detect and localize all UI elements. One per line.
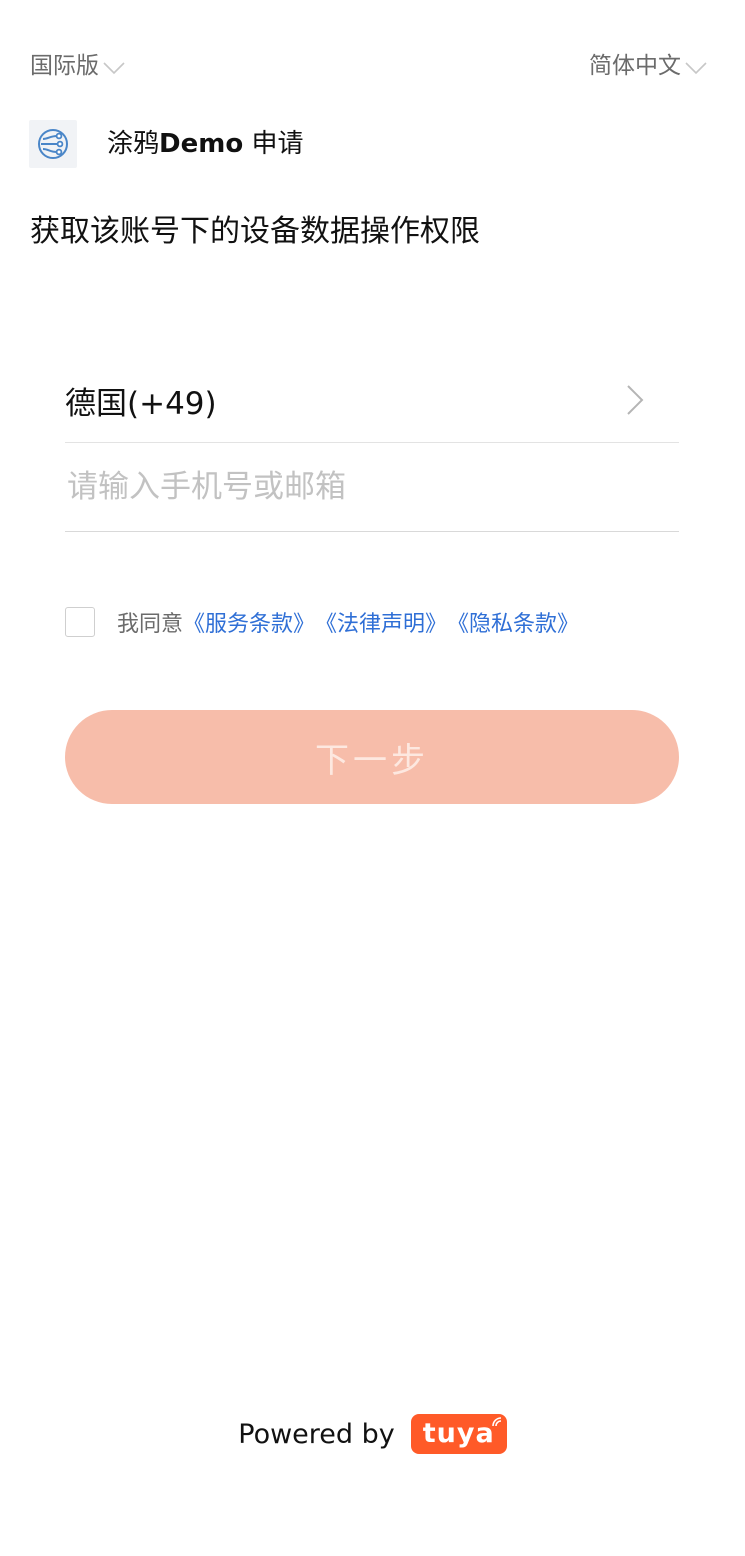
terms-link[interactable]: 《服务条款》 (183, 606, 315, 638)
country-code: 德国(+49) (65, 385, 217, 422)
footer: Powered by tuya (0, 1414, 745, 1454)
region-selector[interactable]: 国际版 (30, 50, 125, 82)
privacy-link[interactable]: 《隐私条款》 (447, 606, 579, 638)
agree-prefix: 我同意 (117, 612, 184, 637)
agreement-row: 我同意 《服务条款》 《法律声明》 《隐私条款》 (65, 606, 579, 638)
language-label: 简体中文 (589, 53, 681, 79)
agree-checkbox[interactable] (65, 607, 95, 637)
app-request: 申请 (243, 129, 304, 159)
chevron-down-icon (103, 62, 125, 75)
login-form: 德国(+49) (65, 358, 679, 532)
region-label: 国际版 (30, 53, 99, 79)
app-info: 涂鸦Demo 申请 (29, 120, 303, 168)
permission-description: 获取该账号下的设备数据操作权限 (30, 214, 480, 249)
share-nodes-icon (38, 129, 68, 159)
next-button[interactable]: 下一步 (65, 710, 679, 804)
brand-name: tuya (422, 1418, 495, 1449)
app-title: 涂鸦Demo 申请 (107, 126, 303, 162)
app-logo (29, 120, 77, 168)
tuya-logo: tuya (410, 1414, 507, 1454)
language-selector[interactable]: 简体中文 (589, 50, 707, 82)
signal-icon (491, 1417, 501, 1427)
top-bar: 国际版 简体中文 (0, 0, 745, 130)
legal-link[interactable]: 《法律声明》 (315, 606, 447, 638)
app-name: 涂鸦 (107, 129, 160, 159)
chevron-down-icon (685, 62, 707, 75)
account-input[interactable] (67, 469, 679, 505)
account-input-row (65, 443, 679, 532)
powered-by-text: Powered by (238, 1418, 395, 1450)
app-demo: Demo (159, 129, 244, 159)
country-selector[interactable]: 德国(+49) (65, 358, 679, 443)
chevron-right-icon (627, 385, 644, 415)
